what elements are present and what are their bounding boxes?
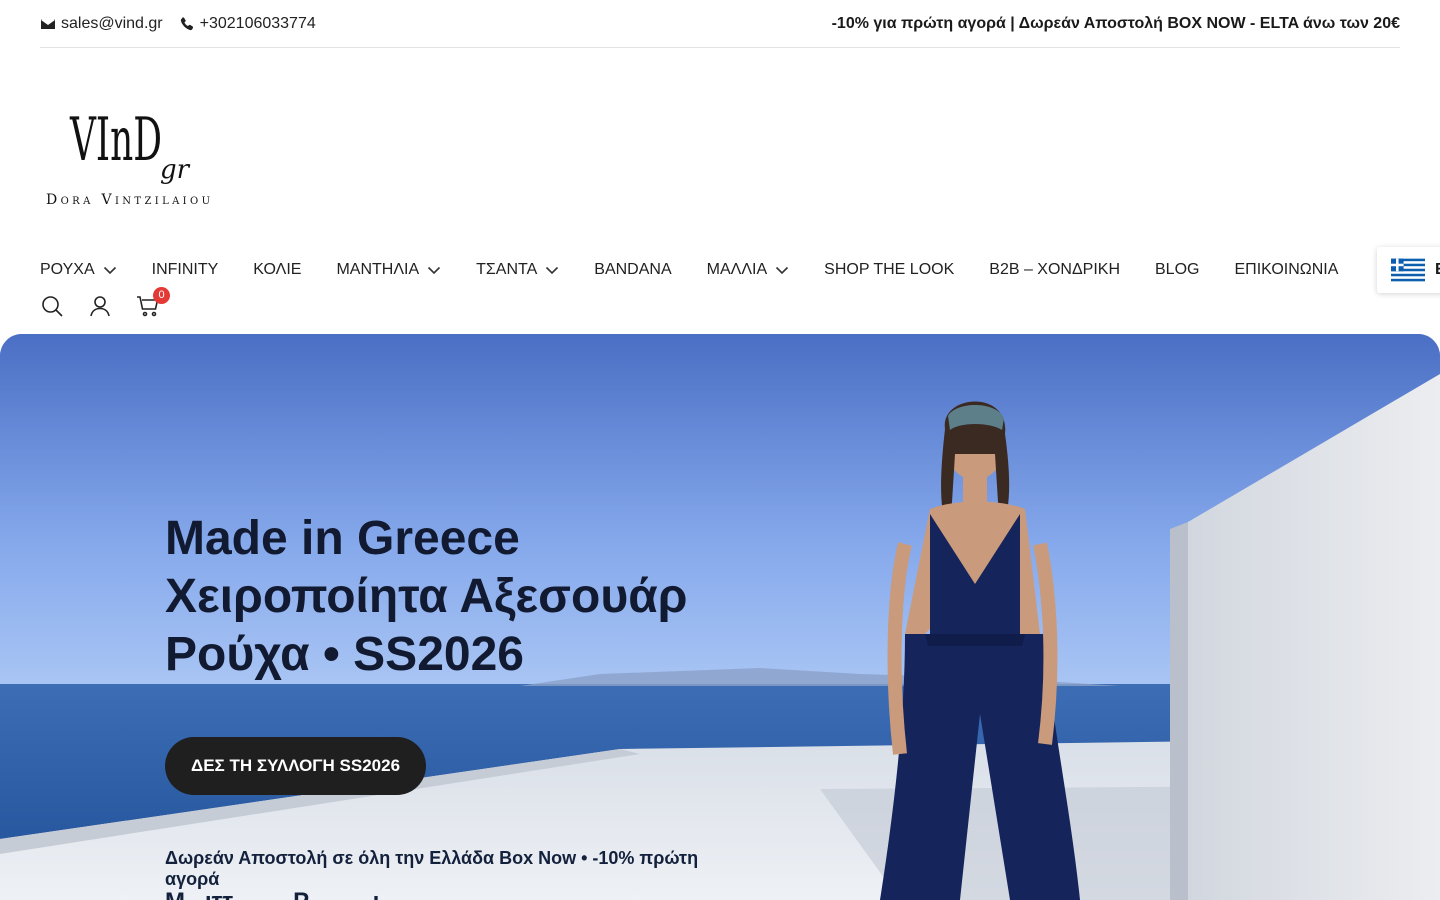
nav-item-label: B2B – ΧΟΝΔΡΙΚΗ: [989, 261, 1120, 278]
nav-item-5[interactable]: BANDANA: [594, 258, 671, 282]
logo-suffix: gr: [160, 155, 191, 185]
main-nav: ΡΟΥΧΑ INFINITY ΚΟΛΙΕ ΜΑΝΤΗΛΙΑ ΤΣΑΝΤΑ BANDANA Μ…: [40, 258, 1373, 282]
language-code: E: [1435, 261, 1440, 279]
logo-tagline: Dora Vintzilaiou: [46, 192, 214, 208]
nav-item-label: BLOG: [1155, 261, 1200, 278]
logo-brand: VInD: [69, 105, 162, 175]
nav-item-9[interactable]: BLOG: [1155, 258, 1199, 282]
hero-secondary-note: Μ...ιττ.........Ρ..........ι: [165, 890, 379, 900]
nav-item-label: ΚΟΛΙΕ: [253, 261, 302, 278]
nav-item-8[interactable]: B2B – ΧΟΝΔΡΙΚΗ: [989, 258, 1120, 282]
chevron-down-icon: [428, 266, 441, 275]
chevron-down-icon: [546, 266, 559, 275]
nav-item-0[interactable]: ΡΟΥΧΑ: [40, 258, 117, 282]
chevron-down-icon: [776, 266, 789, 275]
contact-info: sales@vind.gr +302106033774: [40, 15, 316, 33]
view-collection-button[interactable]: ΔΕΣ ΤΗ ΣΥΛΛΟΓΗ SS2026: [165, 737, 427, 795]
nav-item-2[interactable]: ΚΟΛΙΕ: [253, 258, 301, 282]
user-icon: [90, 296, 110, 317]
header-utilities: 0: [40, 287, 170, 318]
nav-item-label: INFINITY: [151, 261, 219, 278]
nav-item-label: ΡΟΥΧΑ: [40, 261, 95, 278]
account-button[interactable]: [88, 294, 112, 318]
hero-text: Made in Greece Χειροποίητα Αξεσουάρ Ρούχ…: [165, 510, 725, 684]
nav-item-label: ΕΠΙΚΟΙΝΩΝΙΑ: [1234, 261, 1339, 278]
nav-item-label: ΜΑΝΤΗΛΙΑ: [336, 261, 420, 278]
phone-text: +302106033774: [199, 14, 316, 32]
email-link[interactable]: sales@vind.gr: [40, 15, 163, 33]
chevron-down-icon: [103, 266, 116, 275]
nav-item-6[interactable]: ΜΑΛΛΙΑ: [707, 258, 790, 282]
greek-flag-icon: [1391, 258, 1425, 282]
email-text: sales@vind.gr: [61, 14, 163, 32]
cart-count-badge: 0: [153, 287, 170, 304]
nav-item-label: ΜΑΛΛΙΑ: [706, 261, 768, 278]
cart-button[interactable]: 0: [136, 287, 170, 318]
search-icon: [42, 296, 63, 317]
envelope-icon: [41, 18, 55, 29]
hero-title: Made in Greece Χειροποίητα Αξεσουάρ Ρούχ…: [165, 512, 688, 681]
phone-icon: [180, 16, 193, 30]
nav-item-label: SHOP THE LOOK: [824, 261, 955, 278]
nav-item-1[interactable]: INFINITY: [152, 258, 219, 282]
promo-banner: -10% για πρώτη αγορά | Δωρεάν Αποστολή B…: [831, 14, 1400, 32]
top-bar: sales@vind.gr +302106033774 -10% για πρώ…: [40, 0, 1400, 48]
search-button[interactable]: [40, 294, 64, 318]
nav-item-label: ΤΣΑΝΤΑ: [476, 261, 538, 278]
nav-item-7[interactable]: SHOP THE LOOK: [824, 258, 954, 282]
nav-item-label: BANDANA: [594, 261, 672, 278]
nav-item-10[interactable]: ΕΠΙΚΟΙΝΩΝΙΑ: [1234, 258, 1338, 282]
phone-link[interactable]: +302106033774: [179, 15, 316, 33]
nav-item-4[interactable]: ΤΣΑΝΤΑ: [476, 258, 559, 282]
hero-shipping-note: Δωρεάν Αποστολή σε όλη την Ελλάδα Box No…: [165, 848, 699, 889]
site-logo[interactable]: VInD gr Dora Vintzilaiou: [42, 100, 222, 210]
nav-item-3[interactable]: ΜΑΝΤΗΛΙΑ: [336, 258, 441, 282]
hero-banner: Made in Greece Χειροποίητα Αξεσουάρ Ρούχ…: [0, 334, 1440, 900]
language-switcher[interactable]: E: [1377, 247, 1440, 293]
